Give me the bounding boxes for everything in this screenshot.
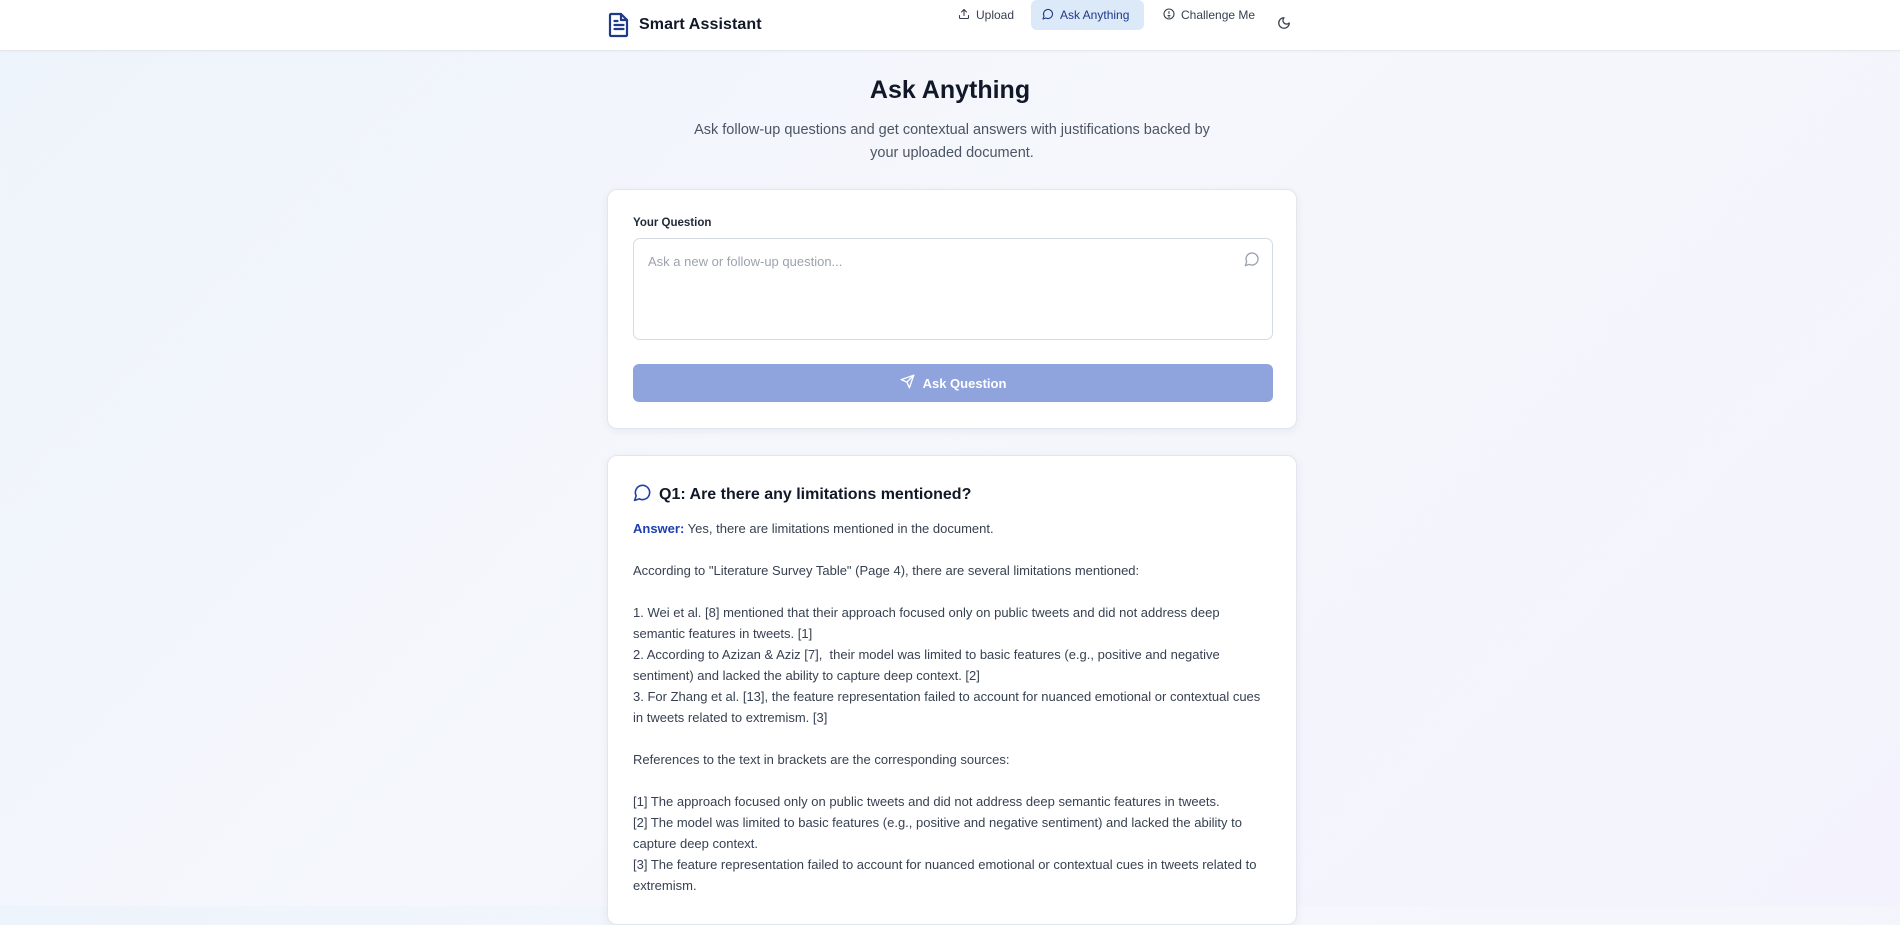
answer-content: Yes, there are limitations mentioned in … [633, 521, 1261, 893]
lightbulb-icon [1163, 7, 1181, 23]
app-title: Smart Assistant [639, 16, 762, 33]
theme-toggle-button[interactable] [1274, 15, 1294, 35]
nav-ask-anything-label: Ask Anything [1060, 8, 1130, 22]
message-circle-icon [633, 483, 652, 507]
page-title: Ask Anything [869, 76, 1031, 104]
nav-challenge-me-label: Challenge Me [1181, 8, 1256, 22]
page-subtitle: Ask follow-up questions and get contextu… [694, 122, 1210, 161]
upload-icon [958, 8, 976, 23]
moon-icon [1277, 16, 1291, 35]
answer-card: Q1: Are there any limitations mentioned?… [607, 455, 1297, 925]
nav-ask-anything[interactable]: Ask Anything [1031, 0, 1144, 30]
ask-question-button-label: Ask Question [922, 375, 1007, 391]
question-field-label: Your Question [633, 217, 712, 229]
answer-label: Answer: [633, 521, 685, 536]
ask-question-card: Your Question Ask Question [607, 189, 1297, 429]
nav-challenge-me[interactable]: Challenge Me [1152, 0, 1266, 30]
ask-question-button[interactable]: Ask Question [633, 364, 1273, 402]
nav-upload[interactable]: Upload [947, 0, 1025, 30]
answer-text: Answer: Yes, there are limitations menti… [633, 518, 1273, 896]
question-input-wrapper [633, 238, 1273, 340]
nav-upload-label: Upload [976, 8, 1015, 22]
question-text: Q1: Are there any limitations mentioned? [659, 486, 972, 503]
question-heading: Q1: Are there any limitations mentioned? [633, 483, 971, 507]
document-icon [607, 11, 631, 39]
top-navigation-bar: Smart Assistant Upload Ask Anything Chal… [0, 0, 1900, 51]
message-circle-icon [1244, 251, 1260, 267]
message-circle-icon [1042, 8, 1060, 23]
send-icon [900, 374, 923, 392]
question-input[interactable] [634, 239, 1272, 339]
brand[interactable]: Smart Assistant [607, 11, 762, 39]
